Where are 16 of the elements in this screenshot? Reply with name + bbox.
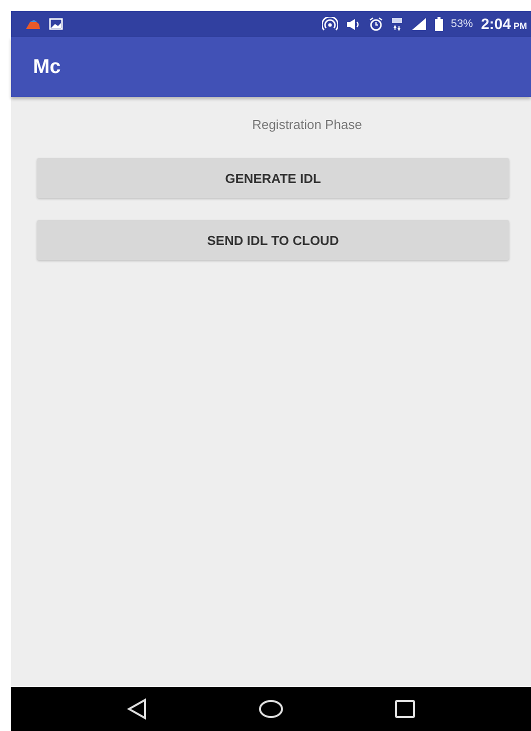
back-icon[interactable]: [126, 698, 148, 720]
alarm-icon: [368, 17, 383, 31]
recents-icon[interactable]: [394, 699, 416, 719]
app-title: Mc: [33, 56, 61, 78]
action-button[interactable]: SEND IDL TO CLOUD: [37, 220, 509, 260]
section-heading: Registration Phase: [252, 117, 362, 132]
clock: 2:04 PM: [480, 16, 527, 32]
notification-icon: [25, 18, 41, 30]
battery-percentage: 53%: [450, 18, 473, 30]
hotspot-icon: [322, 17, 338, 31]
speaker-icon: [346, 18, 361, 30]
home-icon[interactable]: [258, 699, 284, 719]
action-button[interactable]: GENERATE IDL: [37, 158, 509, 198]
image-icon: [49, 18, 63, 30]
battery-icon: [434, 17, 443, 31]
signal-icon: [410, 17, 427, 31]
